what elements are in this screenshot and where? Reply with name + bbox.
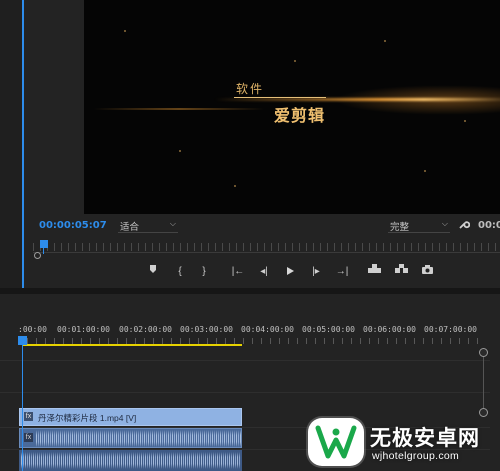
- watermark-url: wjhotelgroup.com: [372, 450, 460, 462]
- chevron-down-icon: ⌵: [441, 219, 448, 228]
- clip-name: 丹泽尔精彩片段 1.mp4 [V]: [38, 413, 137, 423]
- particle: [234, 185, 236, 187]
- overlay-text-1: 软件: [236, 82, 265, 96]
- play-icon: [287, 267, 294, 275]
- play-button[interactable]: [282, 264, 298, 280]
- playhead-timecode[interactable]: 00:00:05:07: [39, 220, 107, 231]
- ruler-label: 00:02:00:00: [119, 325, 172, 334]
- step-forward-button[interactable]: |▸: [308, 264, 324, 280]
- program-monitor-video[interactable]: 软件 爱剪辑: [84, 0, 500, 214]
- mark-out-button[interactable]: }: [196, 264, 212, 280]
- duration-timecode: 00:00: [478, 220, 500, 231]
- ruler-label: 00:01:00:00: [57, 325, 110, 334]
- track-separator: [0, 392, 490, 393]
- particle: [464, 120, 466, 122]
- audio-clip[interactable]: fx: [19, 428, 242, 448]
- particle: [294, 60, 296, 62]
- playhead-line: [22, 344, 23, 471]
- watermark-title: 无极安卓网: [370, 427, 480, 450]
- go-to-in-button[interactable]: |←: [230, 264, 246, 280]
- fit-dropdown-value: 适合: [120, 222, 140, 233]
- audio-waveform: [21, 452, 240, 469]
- wrench-icon[interactable]: [458, 218, 471, 233]
- work-area-bar[interactable]: [22, 344, 242, 346]
- monitor-ruler-baseline: [33, 252, 500, 253]
- add-marker-button[interactable]: [145, 264, 161, 280]
- extract-button[interactable]: [393, 264, 409, 280]
- ruler-label: 00:04:00:00: [241, 325, 294, 334]
- extract-icon: [394, 264, 408, 273]
- zoom-handle[interactable]: [34, 252, 41, 259]
- ruler-label: 00:05:00:00: [302, 325, 355, 334]
- light-streak: [214, 98, 500, 101]
- vertical-scrollbar[interactable]: [483, 357, 484, 408]
- app-window: 软件 爱剪辑 00:00:05:07 适合 ⌵ 完整 ⌵ 00:00 { } |…: [0, 0, 500, 471]
- ruler-label: 00:06:00:00: [363, 325, 416, 334]
- video-clip[interactable]: fx 丹泽尔精彩片段 1.mp4 [V]: [19, 408, 242, 426]
- monitor-time-ruler[interactable]: [33, 243, 500, 251]
- audio-waveform: [36, 430, 241, 447]
- watermark-logo-icon: [308, 418, 364, 466]
- track-separator: [0, 360, 490, 361]
- particle: [424, 170, 426, 172]
- light-flare: [94, 108, 264, 110]
- marker-icon: [150, 265, 156, 273]
- particle: [384, 40, 386, 42]
- overlay-text-2: 爱剪辑: [274, 108, 326, 125]
- lift-button[interactable]: [366, 264, 382, 280]
- export-frame-button[interactable]: [419, 264, 435, 280]
- resolution-dropdown-value: 完整: [390, 222, 410, 233]
- vertical-zoom-handle-top[interactable]: [479, 348, 488, 357]
- particle: [124, 30, 126, 32]
- overlay-underline: [234, 97, 326, 98]
- left-panel-edge: [0, 0, 22, 288]
- ruler-label: 00:03:00:00: [180, 325, 233, 334]
- fit-dropdown[interactable]: 适合 ⌵: [118, 219, 178, 233]
- chevron-down-icon: ⌵: [169, 219, 176, 228]
- mark-in-button[interactable]: {: [172, 264, 188, 280]
- particle: [179, 150, 181, 152]
- audio-clip-channel-2[interactable]: [19, 450, 242, 471]
- lift-icon: [367, 264, 381, 273]
- monitor-playhead-icon[interactable]: [40, 240, 48, 248]
- playback-resolution-dropdown[interactable]: 完整 ⌵: [388, 219, 450, 233]
- site-watermark: 无极安卓网 wjhotelgroup.com: [306, 410, 500, 471]
- transport-controls: { } |← ◂| |▸ →|: [0, 264, 500, 282]
- step-back-button[interactable]: ◂|: [256, 264, 272, 280]
- monitor-playhead-line: [43, 248, 44, 254]
- camera-icon: [421, 265, 433, 274]
- fx-icon[interactable]: fx: [24, 412, 33, 421]
- go-to-out-button[interactable]: →|: [334, 264, 350, 280]
- fx-icon[interactable]: fx: [24, 433, 33, 442]
- ruler-label: 00:07:00:00: [424, 325, 477, 334]
- ruler-label: :00:00: [18, 325, 47, 334]
